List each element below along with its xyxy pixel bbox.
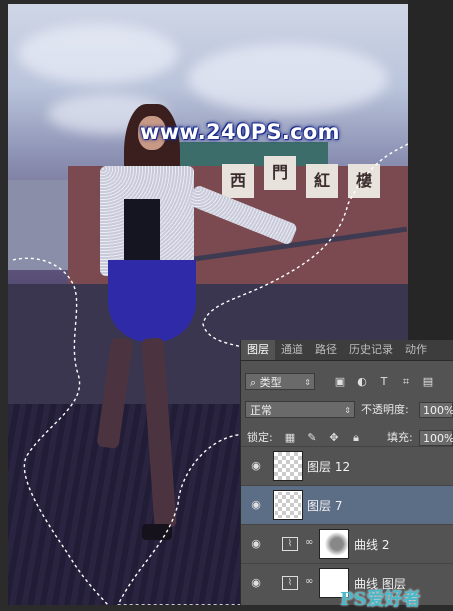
layer-row[interactable]: ◉ ⌇ ∞ 曲线 2: [241, 524, 453, 563]
opacity-field[interactable]: 100%: [419, 402, 453, 418]
panel-tabs: 图层 通道 路径 历史记录 动作: [241, 340, 453, 361]
filter-kind-label: 类型: [259, 376, 282, 389]
tab-actions[interactable]: 动作: [399, 340, 433, 360]
shape-filter-icon[interactable]: ⌗: [399, 375, 413, 389]
layer-name[interactable]: 曲线 2: [354, 536, 389, 553]
lock-label: 锁定:: [247, 431, 273, 444]
opacity-label: 不透明度:: [361, 403, 409, 416]
eye-icon[interactable]: ◉: [248, 498, 264, 512]
tab-history[interactable]: 历史记录: [343, 340, 399, 360]
pixel-filter-icon[interactable]: ▣: [333, 375, 347, 389]
layer-thumbnail: [273, 451, 303, 481]
chevron-down-icon: ⇕: [344, 406, 351, 415]
link-icon: ∞: [305, 576, 314, 587]
canvas-margin: [408, 0, 453, 340]
site-logo: PS爱好者: [340, 589, 421, 610]
layers-panel[interactable]: 图层 通道 路径 历史记录 动作 ⌕ 类型 ⇕ ▣ ◐ T ⌗ ▤ 正常 ⇕ 不…: [240, 340, 453, 605]
layer-name[interactable]: 图层 12: [307, 458, 350, 475]
fill-field[interactable]: 100%: [419, 430, 453, 446]
type-filter-icon[interactable]: T: [377, 375, 391, 389]
eye-icon[interactable]: ◉: [248, 459, 264, 473]
adjustment-filter-icon[interactable]: ◐: [355, 375, 369, 389]
layer-filter-select[interactable]: ⌕ 类型 ⇕: [245, 373, 315, 390]
blend-mode-select[interactable]: 正常 ⇕: [245, 401, 355, 418]
curves-adjustment-icon: ⌇: [282, 576, 298, 590]
link-icon: ∞: [305, 537, 314, 548]
blend-mode-value: 正常: [250, 404, 272, 417]
smart-object-filter-icon[interactable]: ▤: [421, 375, 435, 389]
lock-image-icon[interactable]: ✎: [305, 431, 319, 445]
tab-paths[interactable]: 路径: [309, 340, 343, 360]
lock-all-icon[interactable]: 🔒︎: [349, 431, 363, 445]
lock-position-icon[interactable]: ✥: [327, 431, 341, 445]
tab-layers[interactable]: 图层: [241, 340, 275, 360]
fill-label: 填充:: [387, 431, 413, 444]
layer-mask-thumbnail[interactable]: [319, 529, 349, 559]
curves-adjustment-icon: ⌇: [282, 537, 298, 551]
layer-row-selected[interactable]: ◉ 图层 7: [241, 485, 453, 524]
layer-thumbnail: [273, 490, 303, 520]
chevron-down-icon: ⇕: [304, 378, 311, 387]
search-icon: ⌕: [250, 376, 260, 389]
lock-transparent-icon[interactable]: ▦: [283, 431, 297, 445]
tab-channels[interactable]: 通道: [275, 340, 309, 360]
eye-icon[interactable]: ◉: [248, 576, 264, 590]
layer-row[interactable]: ◉ 图层 12: [241, 446, 453, 485]
eye-icon[interactable]: ◉: [248, 537, 264, 551]
layer-name[interactable]: 图层 7: [307, 497, 342, 514]
